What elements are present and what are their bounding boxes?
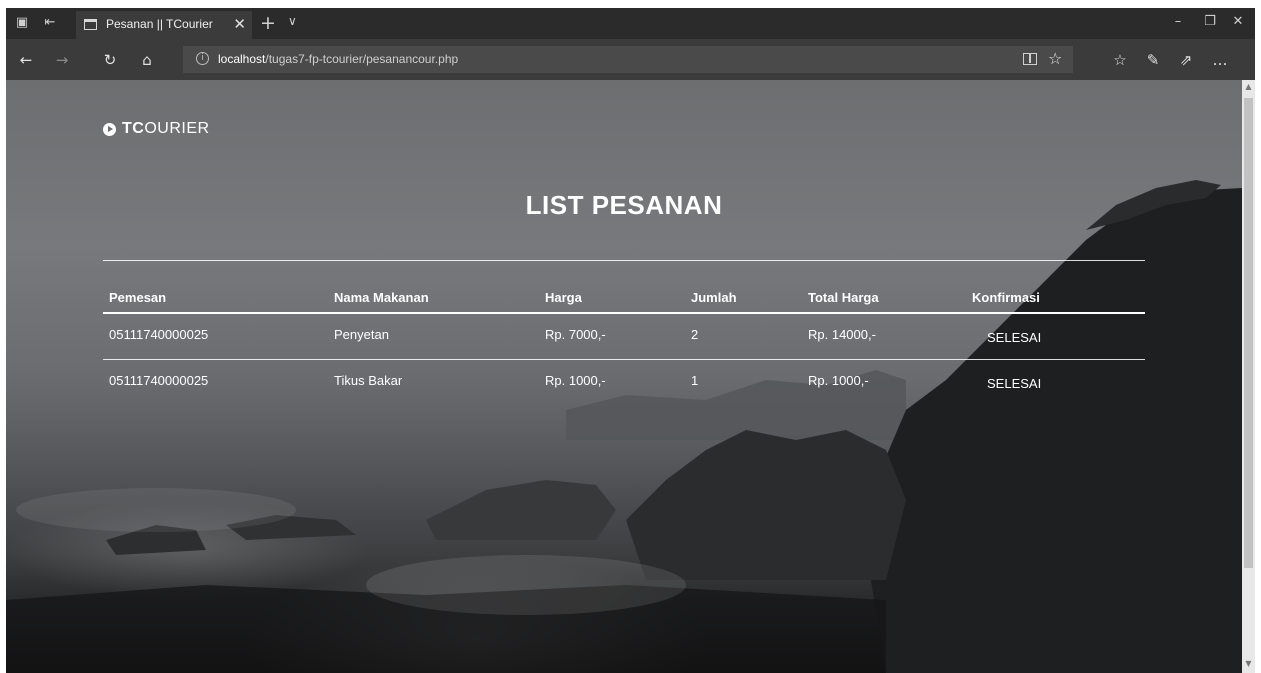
- pen-icon[interactable]: ✎: [1143, 50, 1163, 70]
- column-header-konfirmasi: Konfirmasi: [972, 290, 1040, 305]
- address-bar[interactable]: i localhost/tugas7-fp-tcourier/pesananco…: [183, 46, 1073, 73]
- refresh-icon[interactable]: ↻: [100, 50, 120, 70]
- row-divider: [103, 359, 1145, 360]
- cell-nama-makanan: Tikus Bakar: [334, 373, 403, 388]
- brand-logo[interactable]: TC OURIER: [103, 120, 210, 138]
- cell-pemesan: 05111740000025: [109, 327, 209, 342]
- url-path: /tugas7-fp-tcourier/pesanancour.php: [265, 52, 459, 66]
- forward-arrow-icon[interactable]: →: [52, 50, 72, 70]
- column-header-nama-makanan: Nama Makanan: [334, 290, 429, 305]
- close-window-icon[interactable]: ✕: [1228, 14, 1248, 32]
- reading-view-icon[interactable]: [1023, 53, 1037, 65]
- cell-pemesan: 05111740000025: [109, 373, 209, 388]
- cell-jumlah: 1: [691, 373, 699, 388]
- favorites-hub-icon[interactable]: ☆: [1110, 50, 1130, 70]
- star-icon[interactable]: ☆: [1048, 49, 1062, 68]
- selesai-button[interactable]: SELESAI: [987, 376, 1041, 391]
- column-header-harga: Harga: [545, 290, 582, 305]
- tab-pesanan[interactable]: Pesanan || TCourier ✕: [76, 11, 252, 39]
- restore-icon[interactable]: ❐: [1200, 14, 1220, 32]
- cell-jumlah: 2: [691, 327, 699, 342]
- url-text[interactable]: localhost/tugas7-fp-tcourier/pesanancour…: [218, 52, 458, 66]
- minimize-icon[interactable]: –: [1168, 14, 1188, 32]
- scrollbar-thumb[interactable]: [1244, 98, 1253, 568]
- share-icon[interactable]: ⇗: [1176, 50, 1196, 70]
- cell-nama-makanan: Penyetan: [334, 327, 389, 342]
- home-icon[interactable]: ⌂: [137, 50, 157, 70]
- header-divider: [103, 312, 1145, 314]
- back-arrow-icon[interactable]: ←: [16, 50, 36, 70]
- page-viewport: TC OURIER LIST PESANAN Pemesan Nama Makan…: [6, 80, 1242, 673]
- selesai-button[interactable]: SELESAI: [987, 330, 1041, 345]
- vertical-scrollbar[interactable]: ▲ ▼: [1242, 80, 1255, 673]
- url-host: localhost: [218, 52, 266, 66]
- browser-window: ▣ ⇤ Pesanan || TCourier ✕ + ∨ – ❐ ✕ ← → …: [6, 8, 1255, 673]
- navigation-bar: ← → ↻ ⌂ i localhost/tugas7-fp-tcourier/p…: [6, 39, 1255, 80]
- table-top-divider: [103, 260, 1145, 261]
- scroll-down-icon[interactable]: ▼: [1242, 659, 1255, 673]
- page-icon: [84, 19, 97, 30]
- column-header-pemesan: Pemesan: [109, 290, 167, 305]
- chevron-down-icon[interactable]: ∨: [288, 14, 297, 28]
- cell-harga: Rp. 7000,-: [545, 327, 606, 342]
- scroll-up-icon[interactable]: ▲: [1242, 82, 1255, 96]
- info-icon[interactable]: i: [196, 52, 209, 65]
- brand-strong: TC: [122, 120, 145, 137]
- tab-bar: ▣ ⇤ Pesanan || TCourier ✕ + ∨ – ❐ ✕: [6, 8, 1255, 39]
- cell-total-harga: Rp. 1000,-: [808, 373, 869, 388]
- more-icon[interactable]: …: [1210, 50, 1230, 70]
- close-tab-icon[interactable]: ✕: [233, 15, 246, 33]
- brand-rest: OURIER: [144, 120, 210, 137]
- column-header-jumlah: Jumlah: [691, 290, 737, 305]
- set-aside-tabs-icon[interactable]: ⇤: [42, 15, 58, 31]
- tab-actions-icon[interactable]: ▣: [14, 15, 30, 31]
- cell-harga: Rp. 1000,-: [545, 373, 606, 388]
- page-title: LIST PESANAN: [525, 190, 723, 220]
- column-header-total-harga: Total Harga: [808, 290, 879, 305]
- cell-total-harga: Rp. 14000,-: [808, 327, 876, 342]
- tab-title: Pesanan || TCourier: [106, 17, 213, 31]
- play-circle-icon: [103, 122, 116, 136]
- new-tab-icon[interactable]: +: [260, 12, 276, 34]
